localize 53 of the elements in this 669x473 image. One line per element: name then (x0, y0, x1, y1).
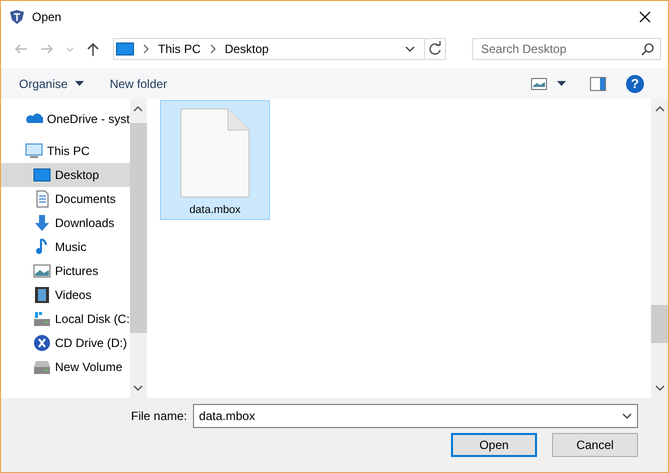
drive-icon (33, 310, 51, 328)
sidebar-item[interactable]: Downloads (1, 211, 130, 235)
sidebar-item[interactable]: OneDrive - syst (1, 107, 130, 131)
search-icon (641, 42, 655, 56)
app-logo-icon (9, 8, 25, 24)
chevron-right-icon (208, 44, 217, 54)
chevron-up-icon (133, 105, 144, 113)
address-bar[interactable]: This PC Desktop (113, 38, 446, 60)
monitor-icon (25, 142, 43, 160)
field-label: File name: (131, 409, 188, 423)
chevron-down-icon (654, 384, 664, 392)
chevron-up-icon (654, 105, 664, 113)
breadcrumb[interactable]: This PC (158, 42, 201, 56)
window-title: Open (32, 10, 62, 24)
monitor-icon (33, 166, 51, 184)
file-name-field[interactable]: data.mbox (193, 404, 638, 428)
chevron-down-icon (133, 384, 144, 392)
scrollbar-thumb[interactable] (651, 305, 668, 343)
blank-file-icon (180, 108, 250, 198)
breadcrumb[interactable]: Desktop (224, 42, 269, 56)
sidebar-item[interactable]: Local Disk (C: (1, 307, 130, 331)
sidebar-item[interactable]: Documents (1, 187, 130, 211)
close-icon (639, 10, 651, 22)
sidebar-item[interactable]: Pictures (1, 259, 130, 283)
caret-icon[interactable] (557, 80, 566, 86)
open-button[interactable]: Open (451, 433, 537, 457)
cancel-button[interactable]: Cancel (552, 433, 638, 457)
scrollbar[interactable] (130, 99, 147, 398)
film-icon (33, 286, 51, 304)
down-arrow-icon (33, 214, 51, 232)
sidebar-item[interactable]: New Volume (1, 355, 130, 379)
preview-pane-icon[interactable] (590, 76, 606, 90)
organise-button[interactable]: Organise (11, 72, 92, 94)
file-item[interactable]: data.mbox (160, 100, 270, 220)
disc-icon (33, 334, 51, 352)
sidebar-item[interactable]: Desktop (1, 163, 130, 187)
scrollbar[interactable] (651, 99, 668, 398)
picture-icon (33, 262, 51, 280)
chevron-right-icon (142, 44, 150, 54)
file-name: data.mbox (189, 204, 241, 216)
drive-icon (33, 358, 51, 376)
caret-icon (74, 80, 84, 86)
sidebar-item[interactable]: Music (1, 235, 130, 259)
sidebar-item[interactable]: CD Drive (D:) (1, 331, 130, 355)
view-icon[interactable] (531, 78, 547, 90)
search-field[interactable]: Search Desktop (472, 38, 661, 60)
sidebar-item[interactable]: This PC (1, 139, 130, 163)
up-icon[interactable] (85, 41, 101, 57)
monitor-icon (116, 42, 134, 56)
help-button[interactable]: ? (626, 74, 644, 92)
sidebar-item[interactable]: Videos (1, 283, 130, 307)
new-folder-button[interactable]: New folder (102, 72, 176, 94)
scrollbar-thumb[interactable] (130, 123, 147, 333)
